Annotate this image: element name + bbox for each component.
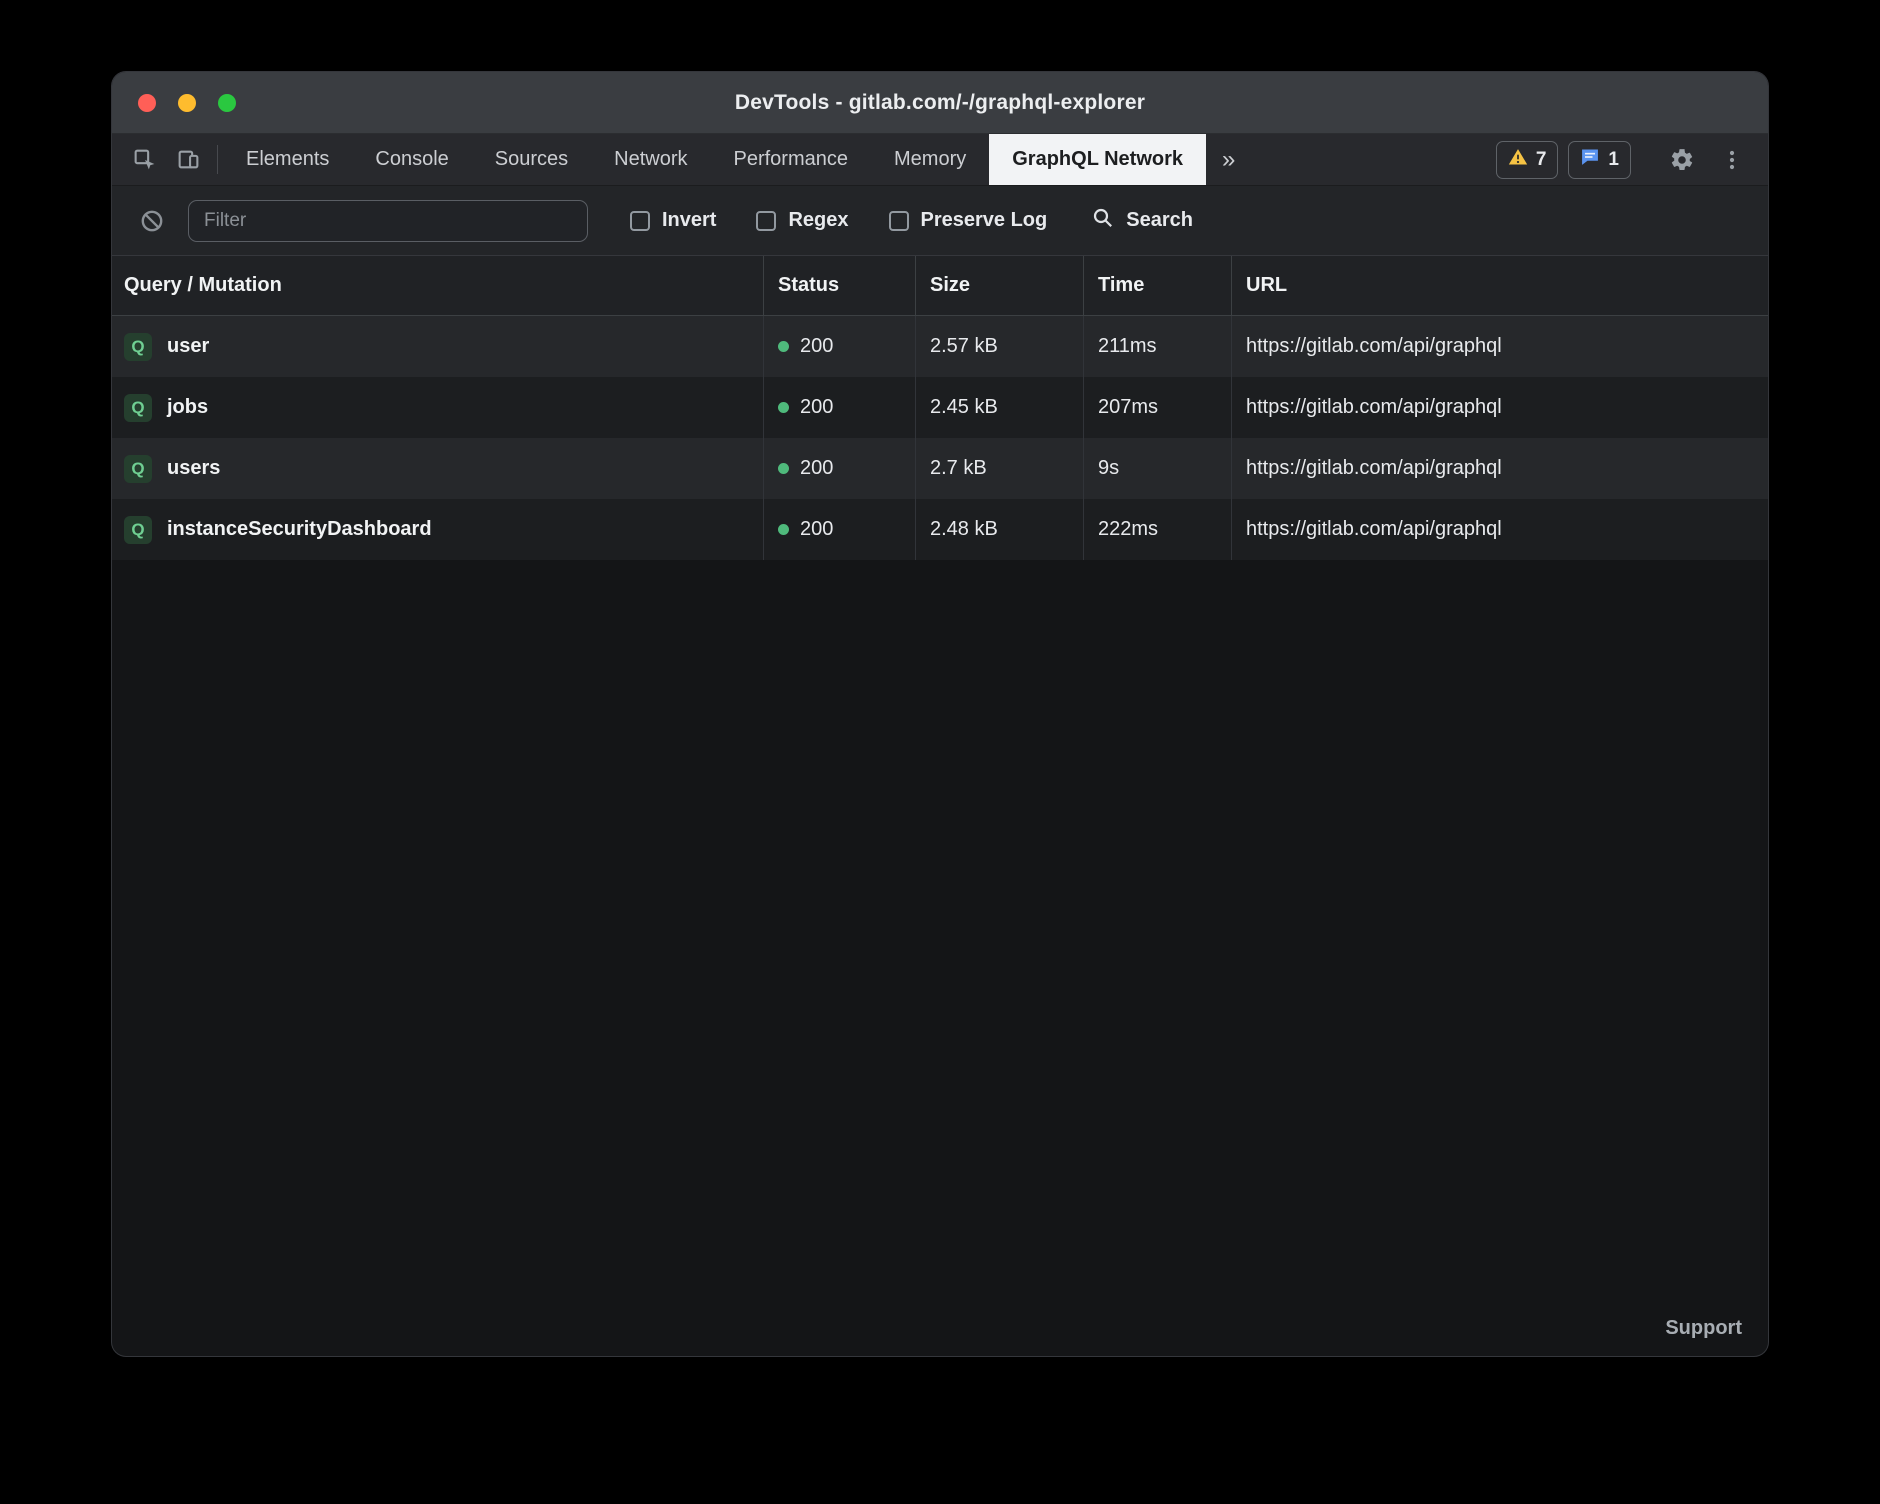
size-cell: 2.7 kB [915,438,1083,499]
status-cell: 200 [763,499,915,560]
tab-elements[interactable]: Elements [223,134,352,185]
tabs: Elements Console Sources Network Perform… [223,134,1251,185]
status-code: 200 [800,518,833,541]
query-type-badge: Q [124,516,152,544]
status-code: 200 [800,396,833,419]
time-cell: 9s [1083,438,1231,499]
table-body: Q user 200 2.57 kB 211ms https://gitlab.… [112,316,1768,560]
tabbar-icon-group [112,134,212,185]
status-code: 200 [800,335,833,358]
tab-graphql-network[interactable]: GraphQL Network [989,134,1206,185]
tabbar-divider [217,145,218,174]
query-name: user [167,335,209,358]
time-cell: 211ms [1083,316,1231,377]
table-row[interactable]: Q jobs 200 2.45 kB 207ms https://gitlab.… [112,377,1768,438]
time-cell: 222ms [1083,499,1231,560]
status-ok-dot [778,402,789,413]
column-header-status[interactable]: Status [763,256,915,315]
warning-icon [1508,147,1528,173]
table-row[interactable]: Q instanceSecurityDashboard 200 2.48 kB … [112,499,1768,560]
warning-count: 7 [1536,149,1547,171]
issues-badge[interactable]: 1 [1568,141,1631,179]
tab-performance[interactable]: Performance [711,134,872,185]
status-ok-dot [778,524,789,535]
status-cell: 200 [763,438,915,499]
support-link[interactable]: Support [1665,1317,1742,1339]
issues-count: 1 [1608,149,1619,171]
tab-memory[interactable]: Memory [871,134,989,185]
size-cell: 2.45 kB [915,377,1083,438]
column-header-url[interactable]: URL [1231,256,1768,315]
query-cell: Q user [112,316,763,377]
search-label: Search [1126,209,1193,232]
tab-network[interactable]: Network [591,134,710,185]
titlebar: DevTools - gitlab.com/-/graphql-explorer [112,72,1768,134]
invert-filter-group: Invert [630,209,716,232]
url-cell: https://gitlab.com/api/graphql [1231,316,1768,377]
traffic-lights [138,72,236,133]
status-cell: 200 [763,377,915,438]
size-cell: 2.48 kB [915,499,1083,560]
query-type-badge: Q [124,455,152,483]
search-icon [1091,206,1115,235]
invert-label[interactable]: Invert [662,209,716,232]
status-code: 200 [800,457,833,480]
regex-checkbox[interactable] [756,211,776,231]
status-ok-dot [778,341,789,352]
regex-filter-group: Regex [756,209,848,232]
footer: Support [1665,1317,1742,1340]
warnings-badge[interactable]: 7 [1496,141,1559,179]
query-name: users [167,457,220,480]
url-cell: https://gitlab.com/api/graphql [1231,377,1768,438]
window-title: DevTools - gitlab.com/-/graphql-explorer [735,91,1145,115]
kebab-menu-icon[interactable] [1712,140,1752,180]
regex-label[interactable]: Regex [788,209,848,232]
query-cell: Q instanceSecurityDashboard [112,499,763,560]
zoom-button[interactable] [218,94,236,112]
query-cell: Q jobs [112,377,763,438]
column-header-size[interactable]: Size [915,256,1083,315]
preserve-log-label[interactable]: Preserve Log [921,209,1048,232]
query-name: jobs [167,396,208,419]
query-name: instanceSecurityDashboard [167,518,432,541]
settings-gear-icon[interactable] [1662,140,1702,180]
status-ok-dot [778,463,789,474]
devtools-tabbar: Elements Console Sources Network Perform… [112,134,1768,186]
close-button[interactable] [138,94,156,112]
devtools-window: DevTools - gitlab.com/-/graphql-explorer… [112,72,1768,1356]
search-control[interactable]: Search [1091,206,1193,235]
table-row[interactable]: Q users 200 2.7 kB 9s https://gitlab.com… [112,438,1768,499]
device-toolbar-icon[interactable] [168,140,208,180]
tabbar-right-controls: 7 1 [1496,134,1768,185]
status-cell: 200 [763,316,915,377]
url-cell: https://gitlab.com/api/graphql [1231,438,1768,499]
message-icon [1580,147,1600,173]
clear-requests-icon[interactable] [132,201,172,241]
more-tabs-button[interactable]: » [1206,134,1251,185]
inspect-element-icon[interactable] [124,140,164,180]
table-header: Query / Mutation Status Size Time URL [112,256,1768,316]
url-cell: https://gitlab.com/api/graphql [1231,499,1768,560]
invert-checkbox[interactable] [630,211,650,231]
preserve-log-checkbox[interactable] [889,211,909,231]
filter-toolbar: Invert Regex Preserve Log Search [112,186,1768,256]
table-row[interactable]: Q user 200 2.57 kB 211ms https://gitlab.… [112,316,1768,377]
time-cell: 207ms [1083,377,1231,438]
preserve-log-group: Preserve Log [889,209,1048,232]
query-type-badge: Q [124,333,152,361]
minimize-button[interactable] [178,94,196,112]
tab-sources[interactable]: Sources [472,134,591,185]
filter-input[interactable] [188,200,588,242]
tab-console[interactable]: Console [352,134,471,185]
column-header-query[interactable]: Query / Mutation [112,256,763,315]
query-cell: Q users [112,438,763,499]
query-type-badge: Q [124,394,152,422]
column-header-time[interactable]: Time [1083,256,1231,315]
size-cell: 2.57 kB [915,316,1083,377]
